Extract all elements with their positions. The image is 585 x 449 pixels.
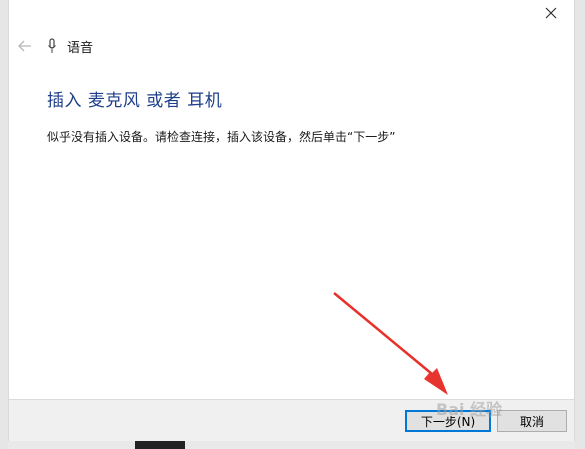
page-heading: 插入 麦克风 或者 耳机 [47,91,223,111]
background-taskbar-fragment [135,441,185,449]
dialog-titlebar: 语音 [17,36,93,56]
dialog-footer: 下一步(N) 取消 [9,399,574,441]
cancel-button[interactable]: 取消 [497,410,567,432]
background-strip-right [575,0,585,449]
close-icon[interactable] [543,5,559,21]
speech-dialog: 语音 插入 麦克风 或者 耳机 似乎没有插入设备。请检查连接，插入该设备，然后单… [8,0,575,441]
back-arrow-icon[interactable] [17,38,33,54]
dialog-title: 语音 [67,40,94,56]
background-strip-left [0,0,8,449]
microphone-icon [48,38,56,53]
instruction-text: 似乎没有插入设备。请检查连接，插入该设备，然后单击“下一步” [47,130,396,144]
next-button[interactable]: 下一步(N) [405,410,491,432]
